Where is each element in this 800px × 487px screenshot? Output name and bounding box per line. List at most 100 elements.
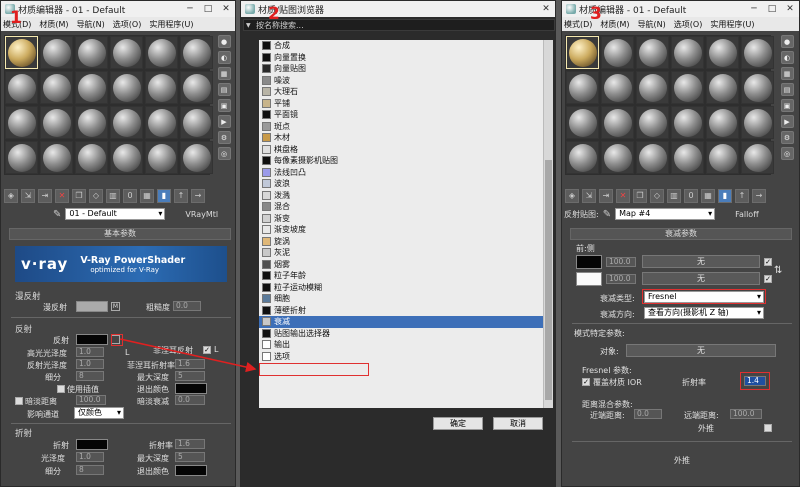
- video-check-icon[interactable]: ▣: [217, 99, 231, 112]
- minimize-button[interactable]: ─: [181, 1, 199, 17]
- gloss-value[interactable]: 1.0: [76, 452, 104, 462]
- refl-gloss-value[interactable]: 1.0: [76, 359, 104, 369]
- map-type-button[interactable]: Falloff: [735, 210, 759, 219]
- map-list-item[interactable]: 旋涡: [259, 236, 543, 248]
- falloff-type-dropdown[interactable]: Fresnel: [644, 291, 764, 303]
- sample-slot[interactable]: [40, 106, 73, 139]
- rollout-falloff-params[interactable]: 衰减参数: [570, 228, 792, 240]
- sample-slot[interactable]: [601, 36, 634, 69]
- roughness-value[interactable]: 0.0: [173, 301, 201, 311]
- dim-dist-value[interactable]: 100.0: [76, 395, 106, 405]
- rollout-basic-params[interactable]: 基本参数: [9, 228, 231, 240]
- affect-channels-dropdown[interactable]: 仅颜色: [74, 407, 124, 419]
- sample-slot[interactable]: [40, 141, 73, 174]
- uv-tiling-icon[interactable]: ▤: [780, 83, 794, 96]
- sample-slot[interactable]: [601, 106, 634, 139]
- map-list-item[interactable]: 向量置换: [259, 52, 543, 64]
- sample-slot[interactable]: [75, 71, 108, 104]
- show-map-icon[interactable]: ▦: [701, 189, 715, 203]
- refr-exit-color-swatch[interactable]: [175, 465, 207, 476]
- sample-slot[interactable]: [145, 141, 178, 174]
- sample-slot[interactable]: [706, 141, 739, 174]
- far-dist-value[interactable]: 100.0: [730, 409, 762, 419]
- diffuse-map-button[interactable]: M: [111, 302, 120, 311]
- close-button[interactable]: ✕: [781, 1, 799, 17]
- max-depth-value[interactable]: 5: [175, 371, 205, 381]
- backlight-icon[interactable]: ◐: [217, 51, 231, 64]
- map-list-item[interactable]: 薄壁折射: [259, 305, 543, 317]
- get-material-icon[interactable]: ◈: [4, 189, 18, 203]
- sample-slot[interactable]: [75, 141, 108, 174]
- sample-slot[interactable]: [636, 141, 669, 174]
- sample-slot[interactable]: [5, 71, 38, 104]
- sample-slot[interactable]: [566, 36, 599, 69]
- hilight-gloss-value[interactable]: 1.0: [76, 347, 104, 357]
- scrollbar-thumb[interactable]: [545, 160, 552, 400]
- sample-slot[interactable]: [75, 36, 108, 69]
- ior-value[interactable]: 1.6: [175, 439, 205, 449]
- preview-icon[interactable]: ▶: [217, 115, 231, 128]
- search-input[interactable]: 按名称搜索...: [243, 19, 555, 31]
- subdivs-value[interactable]: 8: [76, 371, 104, 381]
- go-forward-icon[interactable]: →: [191, 189, 205, 203]
- sample-slot[interactable]: [671, 36, 704, 69]
- sample-slot[interactable]: [706, 71, 739, 104]
- swap-colors-icon[interactable]: ⇅: [774, 265, 782, 276]
- refr-subdivs-value[interactable]: 8: [76, 465, 104, 475]
- cancel-button[interactable]: 取消: [493, 417, 543, 430]
- map-list-item[interactable]: 渐变坡度: [259, 224, 543, 236]
- falloff-dir-dropdown[interactable]: 查看方向(摄影机 Z 轴): [644, 307, 764, 319]
- refract-color-swatch[interactable]: [76, 439, 108, 450]
- sample-slot[interactable]: [706, 106, 739, 139]
- material-id-icon[interactable]: 0: [123, 189, 137, 203]
- material-type-button[interactable]: VRayMtl: [185, 210, 218, 219]
- dim-dist-checkbox[interactable]: [15, 397, 23, 405]
- uv-tiling-icon[interactable]: ▤: [217, 83, 231, 96]
- sample-slot[interactable]: [40, 36, 73, 69]
- sample-slot[interactable]: [5, 106, 38, 139]
- maximize-button[interactable]: □: [763, 1, 781, 17]
- select-by-material-icon[interactable]: ◎: [217, 147, 231, 160]
- map-list-item[interactable]: 细胞: [259, 293, 543, 305]
- sample-slot[interactable]: [671, 141, 704, 174]
- extrapolate-checkbox[interactable]: [764, 424, 772, 432]
- front-map-button[interactable]: 无: [642, 255, 760, 268]
- sample-slot[interactable]: [5, 141, 38, 174]
- map-name-field[interactable]: Map #4: [615, 208, 716, 220]
- map-list-item[interactable]: 衰减: [259, 316, 543, 328]
- select-by-material-icon[interactable]: ◎: [780, 147, 794, 160]
- backlight-icon[interactable]: ◐: [780, 51, 794, 64]
- minimize-button[interactable]: ─: [745, 1, 763, 17]
- map-list-item[interactable]: 输出: [259, 339, 543, 351]
- map-list-item[interactable]: 混合: [259, 201, 543, 213]
- sample-slot[interactable]: [741, 106, 774, 139]
- near-dist-value[interactable]: 0.0: [634, 409, 662, 419]
- map-list-item[interactable]: 大理石: [259, 86, 543, 98]
- maximize-button[interactable]: □: [199, 1, 217, 17]
- side-map-button[interactable]: 无: [642, 272, 760, 285]
- preview-icon[interactable]: ▶: [780, 115, 794, 128]
- sample-slot[interactable]: [180, 106, 213, 139]
- get-material-icon[interactable]: ◈: [565, 189, 579, 203]
- background-icon[interactable]: ▦: [217, 67, 231, 80]
- menu-material[interactable]: 材质(M): [600, 19, 629, 30]
- sample-slot[interactable]: [741, 71, 774, 104]
- options-icon[interactable]: ⚙: [217, 131, 231, 144]
- object-pick-button[interactable]: 无: [626, 344, 776, 357]
- map-list-item[interactable]: 泼溅: [259, 190, 543, 202]
- map-list-item[interactable]: 噪波: [259, 75, 543, 87]
- dim-falloff-value[interactable]: 0.0: [175, 395, 205, 405]
- sample-slot[interactable]: [671, 106, 704, 139]
- close-button[interactable]: ✕: [537, 1, 555, 17]
- menu-options[interactable]: 选项(O): [113, 19, 142, 30]
- exit-color-swatch[interactable]: [175, 383, 207, 394]
- sample-slot[interactable]: [145, 36, 178, 69]
- put-to-library-icon[interactable]: ▥: [106, 189, 120, 203]
- map-list-item[interactable]: 棋盘格: [259, 144, 543, 156]
- go-forward-icon[interactable]: →: [752, 189, 766, 203]
- diffuse-color-swatch[interactable]: [76, 301, 108, 312]
- sample-slot[interactable]: [180, 71, 213, 104]
- go-to-parent-icon[interactable]: ↑: [735, 189, 749, 203]
- sample-slot[interactable]: [566, 106, 599, 139]
- menu-navigation[interactable]: 导航(N): [77, 19, 105, 30]
